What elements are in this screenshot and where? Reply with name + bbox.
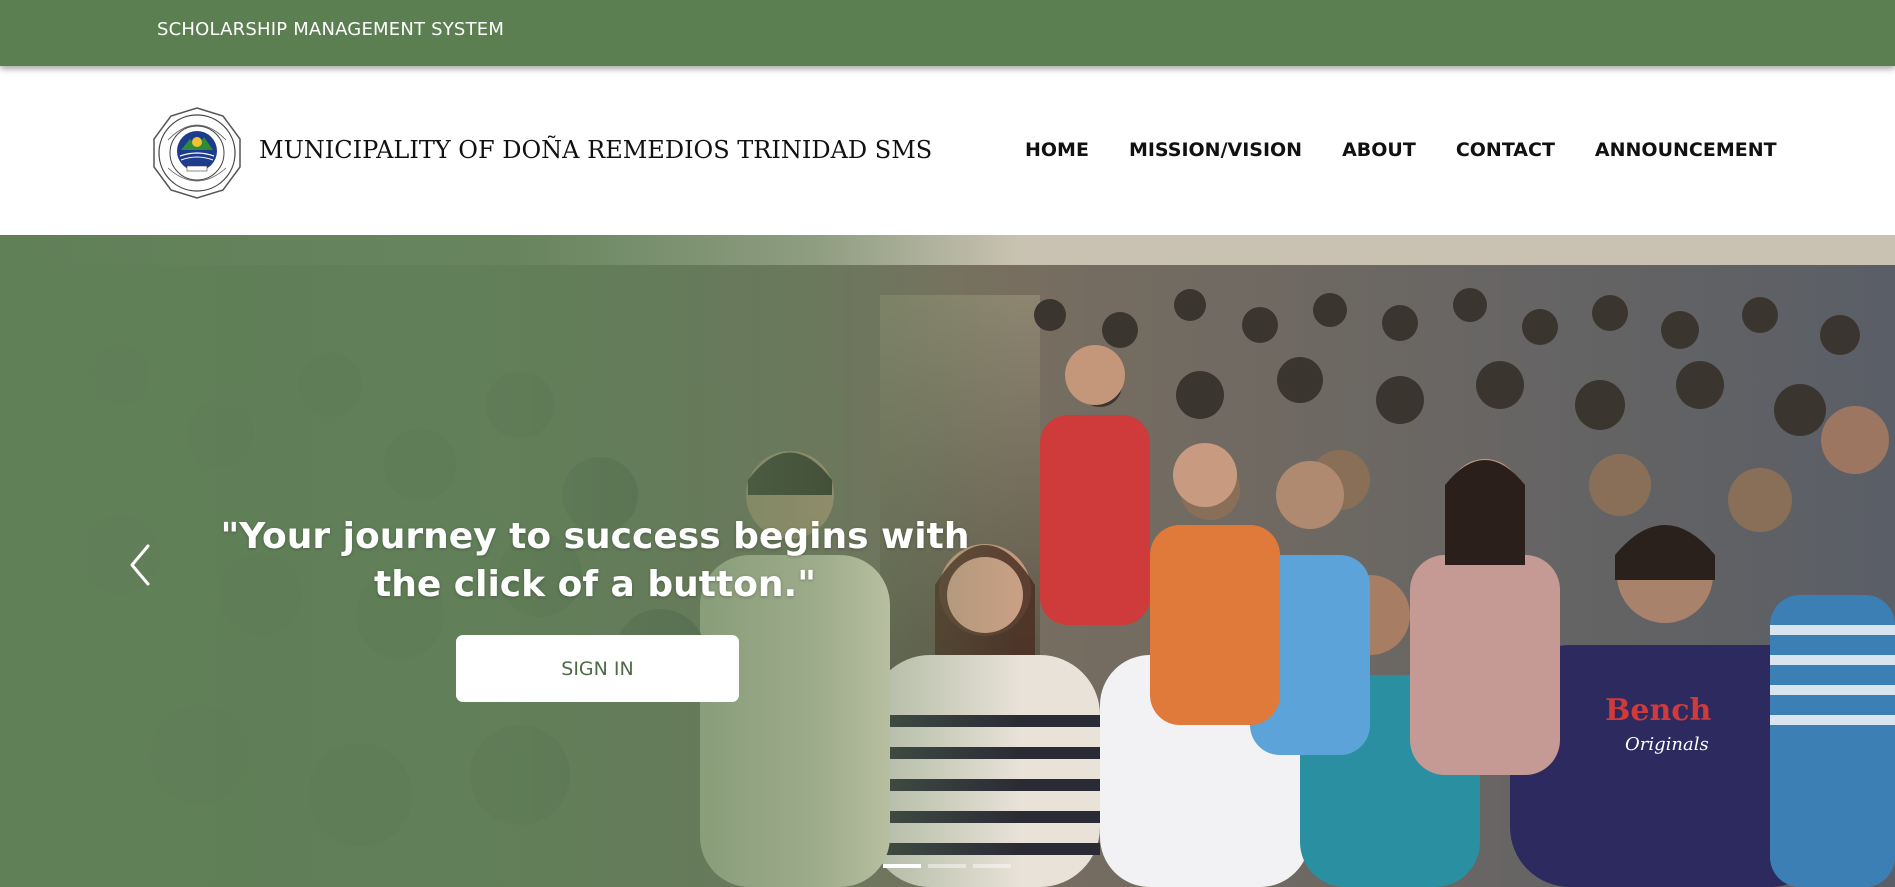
nav-mission-vision[interactable]: MISSION/VISION bbox=[1129, 139, 1302, 161]
nav-announcement[interactable]: ANNOUNCEMENT bbox=[1595, 139, 1777, 161]
hero-carousel: Bench Originals bbox=[0, 235, 1895, 887]
chevron-left-icon[interactable] bbox=[126, 540, 156, 590]
sign-in-button[interactable]: SIGN IN bbox=[456, 635, 739, 702]
system-title: SCHOLARSHIP MANAGEMENT SYSTEM bbox=[157, 19, 505, 40]
nav-home[interactable]: HOME bbox=[1025, 139, 1089, 161]
carousel-indicator-1[interactable] bbox=[883, 864, 921, 868]
nav-contact[interactable]: CONTACT bbox=[1456, 139, 1555, 161]
site-name: MUNICIPALITY OF DOÑA REMEDIOS TRINIDAD S… bbox=[259, 136, 933, 164]
carousel-indicators bbox=[883, 864, 1018, 868]
hero-quote: "Your journey to success begins with the… bbox=[220, 516, 970, 605]
nav-about[interactable]: ABOUT bbox=[1342, 139, 1416, 161]
top-bar: SCHOLARSHIP MANAGEMENT SYSTEM bbox=[0, 0, 1895, 66]
site-header: MUNICIPALITY OF DOÑA REMEDIOS TRINIDAD S… bbox=[0, 66, 1895, 235]
municipal-seal-icon bbox=[153, 107, 241, 199]
carousel-indicator-2[interactable] bbox=[928, 864, 966, 868]
main-nav: HOME MISSION/VISION ABOUT CONTACT ANNOUN… bbox=[1025, 139, 1777, 161]
carousel-indicator-3[interactable] bbox=[973, 864, 1011, 868]
